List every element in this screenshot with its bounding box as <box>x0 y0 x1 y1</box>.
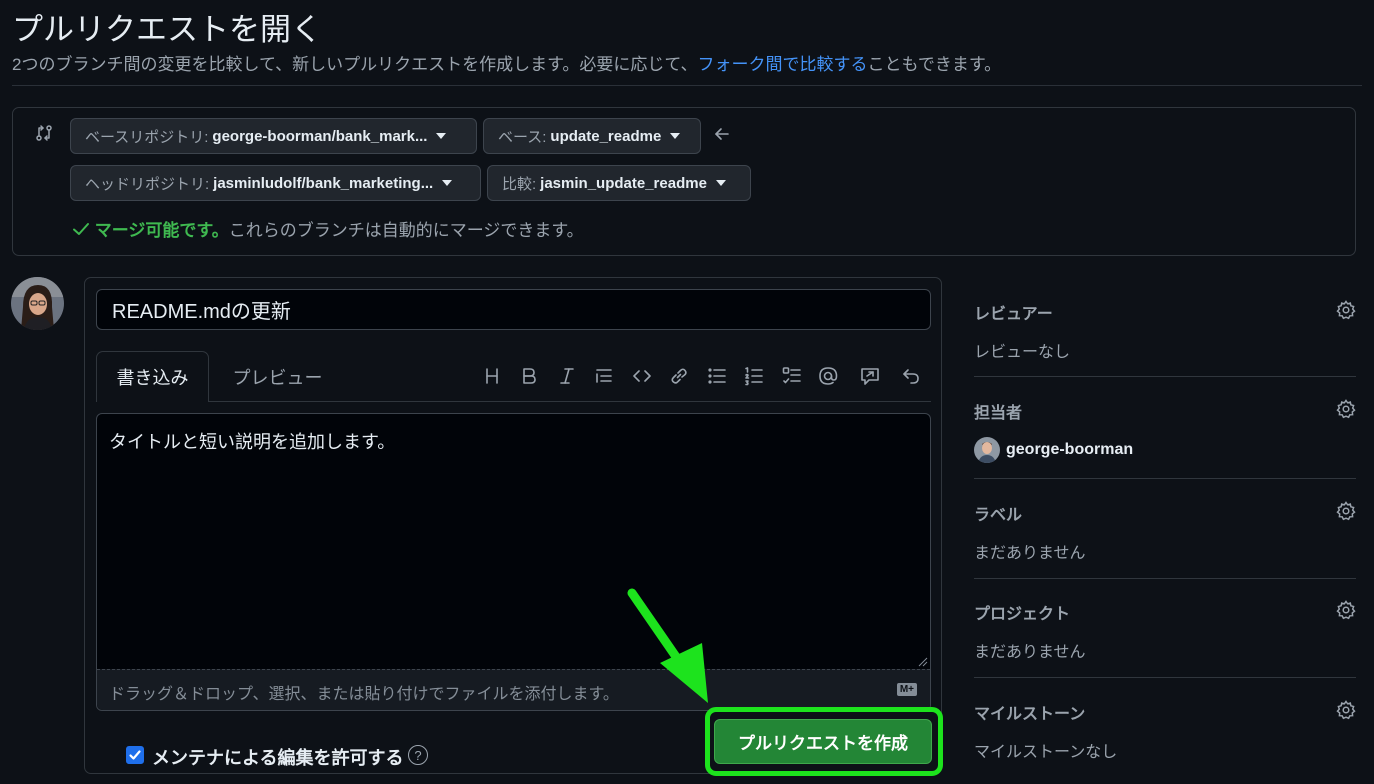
compare-across-forks-link[interactable]: フォーク間で比較する <box>698 55 868 74</box>
sidebar-divider <box>974 578 1356 579</box>
git-compare-icon <box>34 123 54 143</box>
reviewers-title[interactable]: レビュアー <box>974 300 1356 324</box>
assignee-name: george-boorman <box>1006 441 1134 458</box>
check-icon <box>72 220 90 243</box>
caret-down-icon <box>670 133 681 139</box>
projects-value: まだありません <box>974 644 1086 661</box>
sidebar-divider <box>974 376 1356 377</box>
tab-preview[interactable]: プレビュー <box>220 351 335 402</box>
allow-maintainer-edits-checkbox[interactable] <box>126 746 144 764</box>
sidebar-divider <box>974 677 1356 678</box>
italic-icon[interactable] <box>555 364 579 388</box>
page-subtitle: 2つのブランチ間の変更を比較して、新しいプルリクエストを作成します。必要に応じて… <box>12 50 1001 75</box>
gear-icon[interactable] <box>1336 501 1356 521</box>
gear-icon[interactable] <box>1336 600 1356 620</box>
merge-status: マージ可能です。これらのブランチは自動的にマージできます。 <box>72 216 584 243</box>
help-icon[interactable]: ? <box>408 745 428 765</box>
title-input[interactable] <box>96 289 931 330</box>
assignees-section: 担当者 george-boorman <box>974 399 1356 463</box>
base-branch-select[interactable]: ベース: update_readme <box>483 118 701 154</box>
base-repo-label: ベースリポジトリ: <box>85 128 209 146</box>
task-list-icon[interactable] <box>780 364 804 388</box>
markdown-icon[interactable]: M+ <box>896 683 917 696</box>
merge-desc-text: これらのブランチは自動的にマージできます。 <box>228 221 584 240</box>
caret-down-icon <box>436 133 447 139</box>
resize-grip-icon[interactable] <box>918 657 928 667</box>
unordered-list-icon[interactable] <box>705 364 729 388</box>
head-repo-label: ヘッドリポジトリ: <box>85 175 210 193</box>
undo-icon[interactable] <box>899 364 923 388</box>
caret-down-icon <box>442 180 453 186</box>
milestone-section: マイルストーン マイルストーンなし <box>974 700 1356 762</box>
tab-write[interactable]: 書き込み <box>96 351 209 402</box>
assignee-item[interactable]: george-boorman <box>974 437 1356 463</box>
description-text: タイトルと短い説明を追加します。 <box>109 432 396 452</box>
gear-icon[interactable] <box>1336 700 1356 720</box>
subtitle-text: 2つのブランチ間の変更を比較して、新しいプルリクエストを作成します。必要に応じて… <box>12 55 698 74</box>
compare-branch-label: 比較: <box>502 175 537 193</box>
projects-section: プロジェクト まだありません <box>974 600 1356 662</box>
base-branch-value: update_readme <box>550 127 662 145</box>
file-attach-bar[interactable]: ドラッグ＆ドロップ、選択、または貼り付けでファイルを添付します。 M+ <box>97 669 930 710</box>
head-repo-value: jasminludolf/bank_marketing... <box>213 174 434 192</box>
bold-icon[interactable] <box>517 364 541 388</box>
header-divider <box>12 85 1362 86</box>
compare-branch-select[interactable]: 比較: jasmin_update_readme <box>487 165 751 201</box>
tab-divider <box>208 401 931 402</box>
base-repo-value: george-boorman/bank_mark... <box>212 127 428 145</box>
link-icon[interactable] <box>667 364 691 388</box>
milestone-title[interactable]: マイルストーン <box>974 700 1356 724</box>
mention-icon[interactable] <box>816 364 840 388</box>
projects-title[interactable]: プロジェクト <box>974 600 1356 624</box>
assignees-title[interactable]: 担当者 <box>974 399 1356 423</box>
labels-section: ラベル まだありません <box>974 501 1356 563</box>
author-avatar <box>11 277 64 330</box>
code-icon[interactable] <box>630 364 654 388</box>
subtitle-text-end: こともできます。 <box>867 55 1002 74</box>
sidebar-divider <box>974 478 1356 479</box>
merge-ok-text: マージ可能です。 <box>94 221 229 240</box>
milestone-value: マイルストーンなし <box>974 744 1118 761</box>
create-pull-request-button[interactable]: プルリクエストを作成 <box>714 719 932 764</box>
gear-icon[interactable] <box>1336 300 1356 320</box>
allow-maintainer-edits-label[interactable]: メンテナによる編集を許可する <box>152 744 403 770</box>
base-branch-label: ベース: <box>498 128 547 146</box>
heading-icon[interactable] <box>480 364 504 388</box>
description-textarea[interactable]: タイトルと短い説明を追加します。 ドラッグ＆ドロップ、選択、または貼り付けでファ… <box>96 413 931 711</box>
compare-branch-value: jasmin_update_readme <box>540 174 707 192</box>
ordered-list-icon[interactable] <box>742 364 766 388</box>
labels-title[interactable]: ラベル <box>974 501 1356 525</box>
head-repository-select[interactable]: ヘッドリポジトリ: jasminludolf/bank_marketing... <box>70 165 481 201</box>
annotation-arrow-icon <box>627 588 708 703</box>
page-title: プルリクエストを開く <box>12 12 322 47</box>
base-repository-select[interactable]: ベースリポジトリ: george-boorman/bank_mark... <box>70 118 477 154</box>
file-attach-hint: ドラッグ＆ドロップ、選択、または貼り付けでファイルを添付します。 <box>109 686 619 703</box>
reviewers-value: レビューなし <box>974 344 1071 361</box>
reviewers-section: レビュアー レビューなし <box>974 300 1356 362</box>
labels-value: まだありません <box>974 545 1086 562</box>
gear-icon[interactable] <box>1336 399 1356 419</box>
quote-icon[interactable] <box>592 364 616 388</box>
caret-down-icon <box>715 180 726 186</box>
reference-icon[interactable] <box>858 364 882 388</box>
avatar <box>974 437 1000 463</box>
arrow-left-icon <box>713 125 731 143</box>
